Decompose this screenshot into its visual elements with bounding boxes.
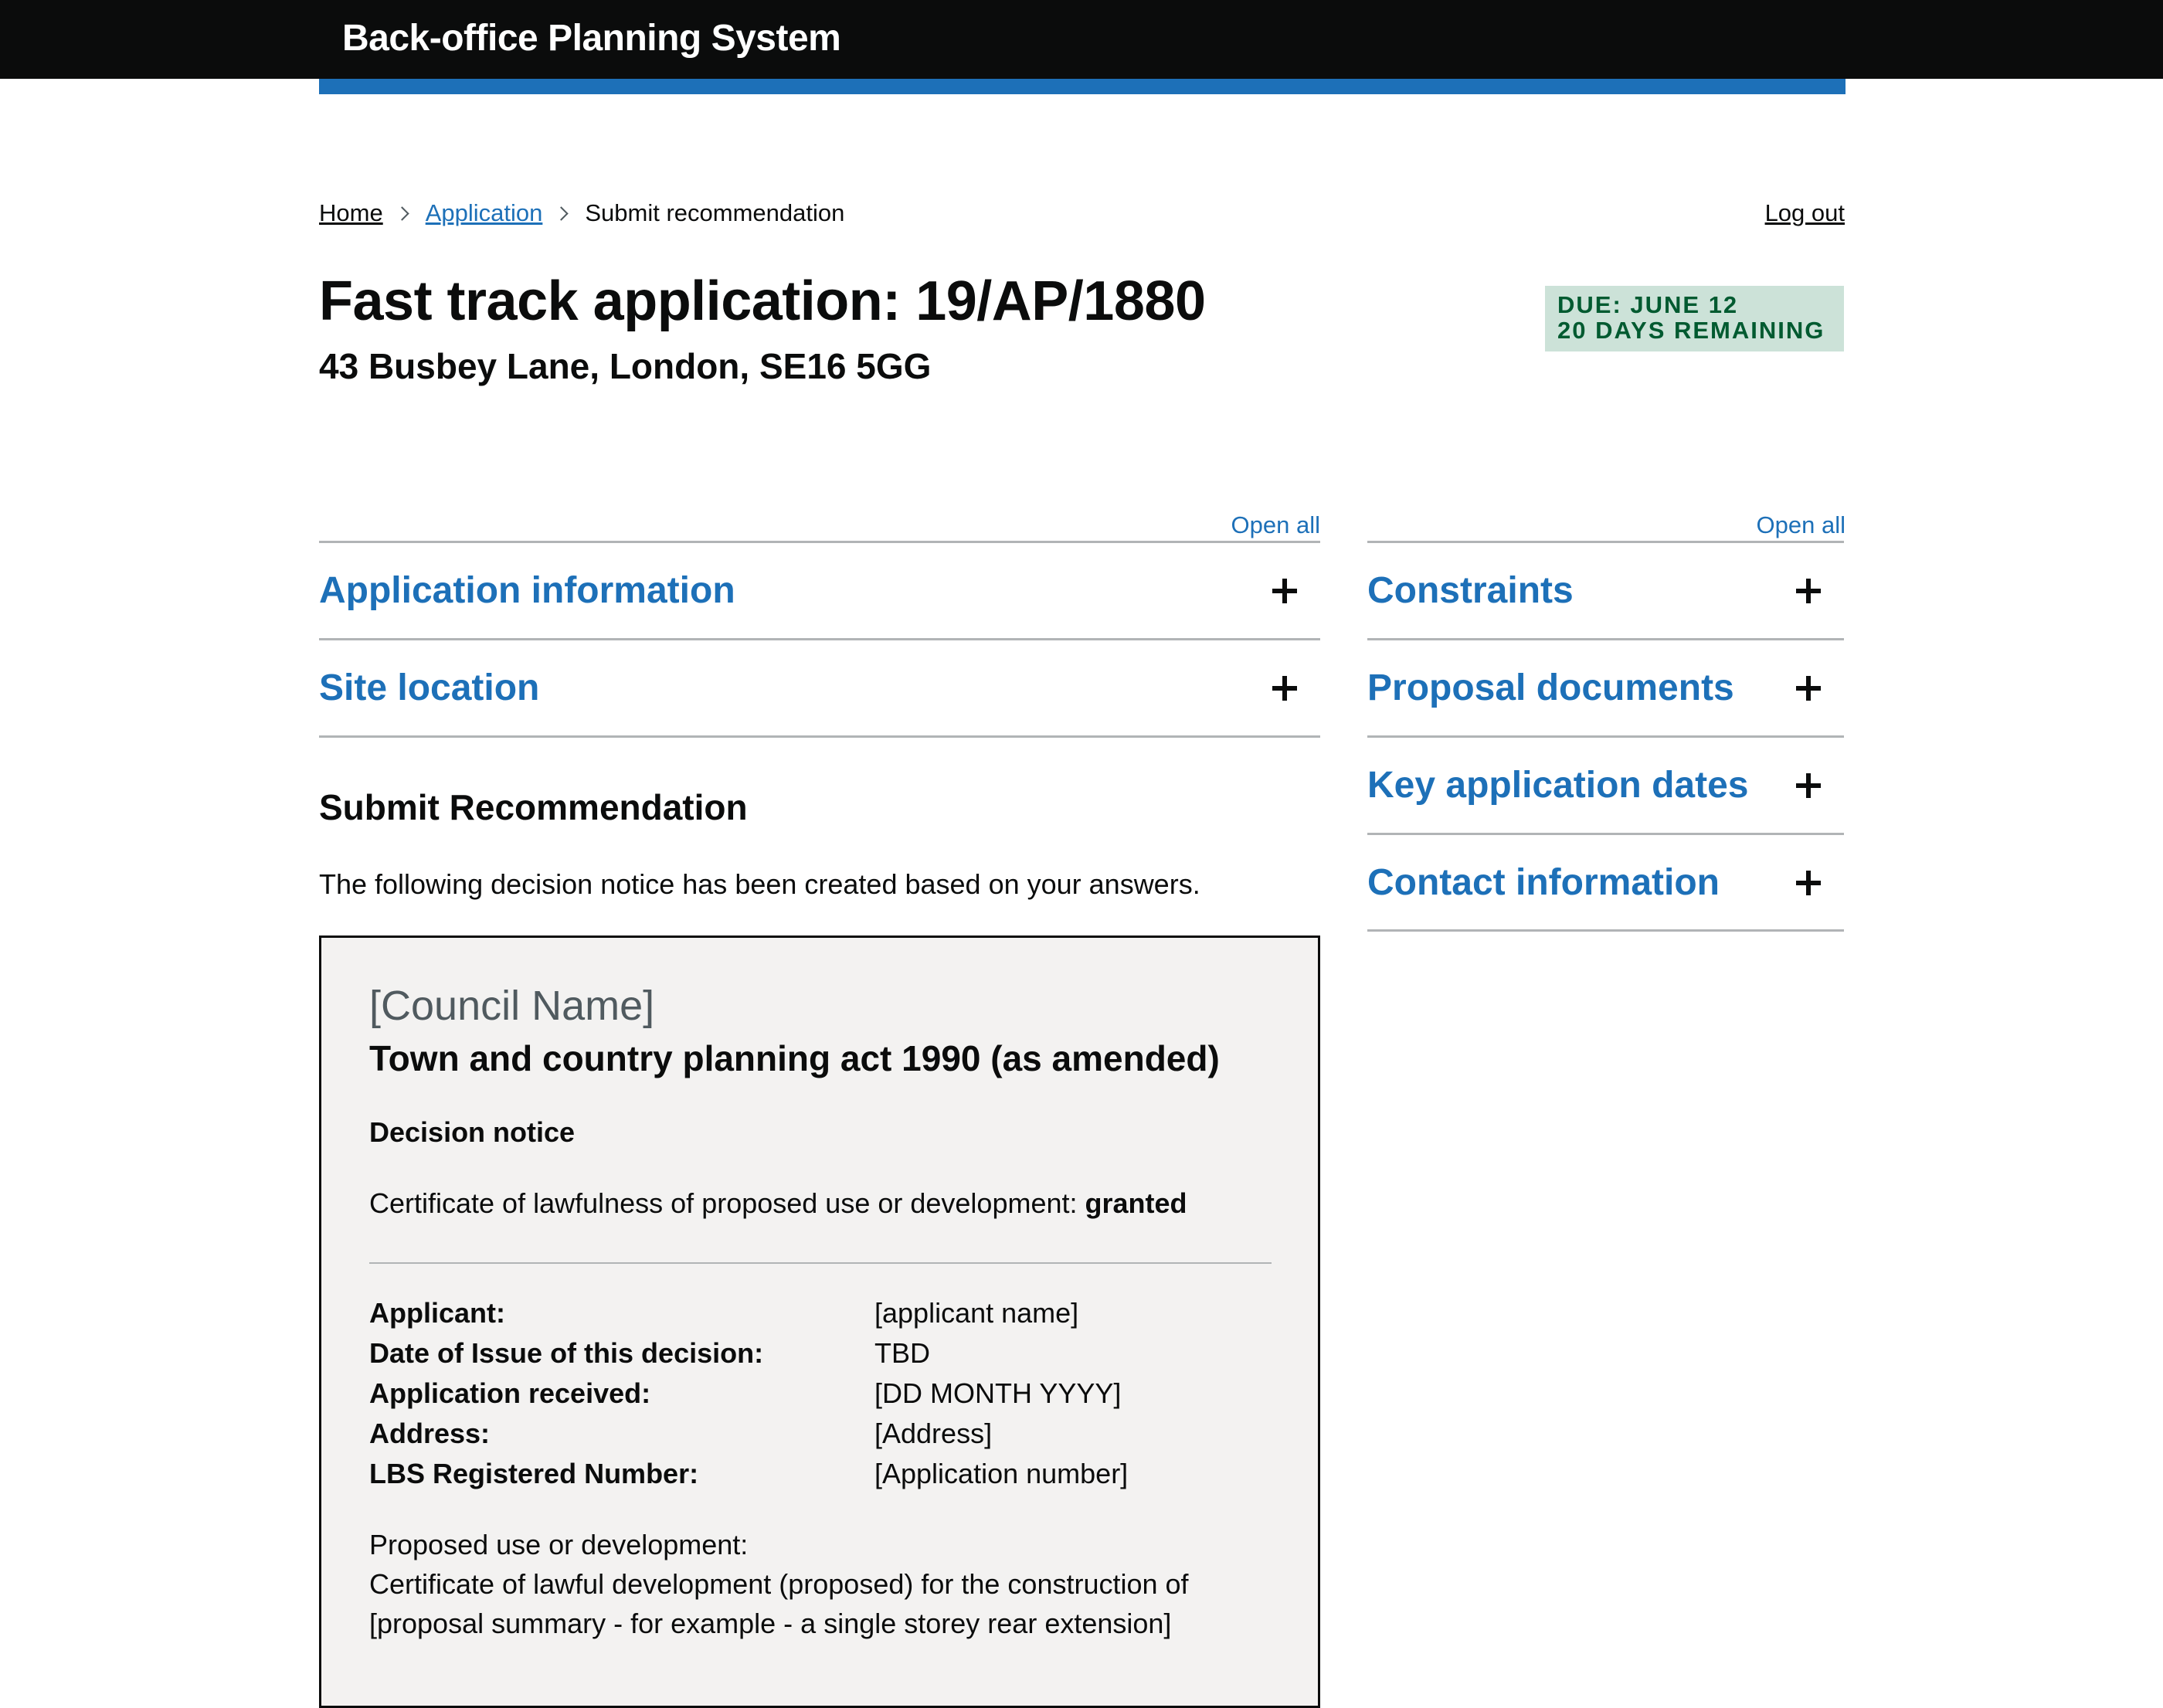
notice-divider (369, 1262, 1272, 1264)
header-accent-bar (319, 79, 1846, 94)
proposed-line-2: [proposal summary - for example - a sing… (369, 1608, 1172, 1639)
plus-icon[interactable] (1796, 675, 1821, 701)
days-remaining-text: 20 DAYS REMAINING (1557, 317, 1825, 344)
accordion-title[interactable]: Key application dates (1367, 762, 1748, 809)
plus-icon[interactable] (1796, 870, 1821, 895)
left-open-all-link[interactable]: Open all (1112, 511, 1320, 539)
certificate-status: granted (1085, 1187, 1187, 1219)
service-name[interactable]: Back-office Planning System (342, 14, 841, 63)
logout-link[interactable]: Log out (1765, 199, 1845, 227)
act-title: Town and country planning act 1990 (as a… (369, 1038, 1220, 1078)
accordion-title[interactable]: Site location (319, 665, 539, 711)
right-open-all-link[interactable]: Open all (1638, 511, 1846, 539)
detail-value: [Application number] (874, 1458, 1129, 1489)
accordion-title[interactable]: Constraints (1367, 568, 1574, 614)
detail-row-address: Address: [Address] (369, 1414, 1272, 1454)
proposed-label: Proposed use or development: (369, 1529, 749, 1560)
accordion-title[interactable]: Proposal documents (1367, 665, 1734, 711)
accordion-site-location[interactable]: Site location (319, 638, 1320, 735)
breadcrumb-home-link[interactable]: Home (319, 199, 383, 227)
decision-notice-label: Decision notice (369, 1116, 576, 1148)
proposed-development: Proposed use or development: Certificate… (369, 1525, 1272, 1643)
detail-value: TBD (874, 1337, 930, 1369)
detail-row-application-received: Application received: [DD MONTH YYYY] (369, 1374, 1272, 1414)
detail-value: [applicant name] (874, 1297, 1079, 1329)
accordion-key-application-dates[interactable]: Key application dates (1367, 735, 1844, 833)
detail-row-applicant: Applicant: [applicant name] (369, 1293, 1272, 1333)
notice-details-list: Applicant: [applicant name] Date of Issu… (369, 1293, 1272, 1494)
due-date-tag: DUE: JUNE 12 20 DAYS REMAINING (1545, 286, 1844, 351)
breadcrumb: Home Application Submit recommendation (319, 199, 844, 227)
breadcrumb-application-link[interactable]: Application (426, 199, 543, 227)
certificate-text: Certificate of lawfulness of proposed us… (369, 1187, 1085, 1219)
due-date-text: DUE: JUNE 12 (1557, 291, 1739, 318)
chevron-right-icon (395, 205, 409, 221)
detail-key: LBS Registered Number: (369, 1458, 699, 1489)
detail-key: Address: (369, 1418, 491, 1449)
detail-key: Date of Issue of this decision: (369, 1337, 764, 1369)
plus-icon[interactable] (1796, 578, 1821, 603)
chevron-right-icon (554, 205, 569, 221)
detail-row-registered-number: LBS Registered Number: [Application numb… (369, 1454, 1272, 1494)
decision-notice-panel: [Council Name] Town and country planning… (319, 935, 1320, 1708)
intro-text: The following decision notice has been c… (319, 868, 1200, 900)
accordion-title[interactable]: Application information (319, 568, 735, 614)
accordion-contact-information[interactable]: Contact information (1367, 833, 1844, 930)
plus-icon[interactable] (1272, 675, 1297, 701)
plus-icon[interactable] (1796, 773, 1821, 798)
council-name: [Council Name] (369, 983, 655, 1029)
accordion-constraints[interactable]: Constraints (1367, 541, 1844, 638)
certificate-line: Certificate of lawfulness of proposed us… (369, 1185, 1187, 1222)
plus-icon[interactable] (1272, 578, 1297, 603)
accordion-divider (319, 735, 1320, 738)
accordion-title[interactable]: Contact information (1367, 860, 1720, 906)
proposed-line-1: Certificate of lawful development (propo… (369, 1568, 1189, 1600)
site-header: Back-office Planning System (0, 0, 2163, 79)
detail-value: [DD MONTH YYYY] (874, 1377, 1122, 1409)
submit-recommendation-heading: Submit Recommendation (319, 787, 748, 827)
breadcrumb-current: Submit recommendation (585, 199, 845, 226)
detail-value: [Address] (874, 1418, 993, 1449)
detail-row-date-of-issue: Date of Issue of this decision: TBD (369, 1333, 1272, 1374)
accordion-divider (1367, 929, 1844, 932)
accordion-application-information[interactable]: Application information (319, 541, 1320, 638)
accordion-proposal-documents[interactable]: Proposal documents (1367, 638, 1844, 735)
page-subtitle-address: 43 Busbey Lane, London, SE16 5GG (319, 346, 932, 386)
detail-key: Applicant: (369, 1297, 505, 1329)
page-title: Fast track application: 19/AP/1880 (319, 270, 1206, 332)
detail-key: Application received: (369, 1377, 651, 1409)
